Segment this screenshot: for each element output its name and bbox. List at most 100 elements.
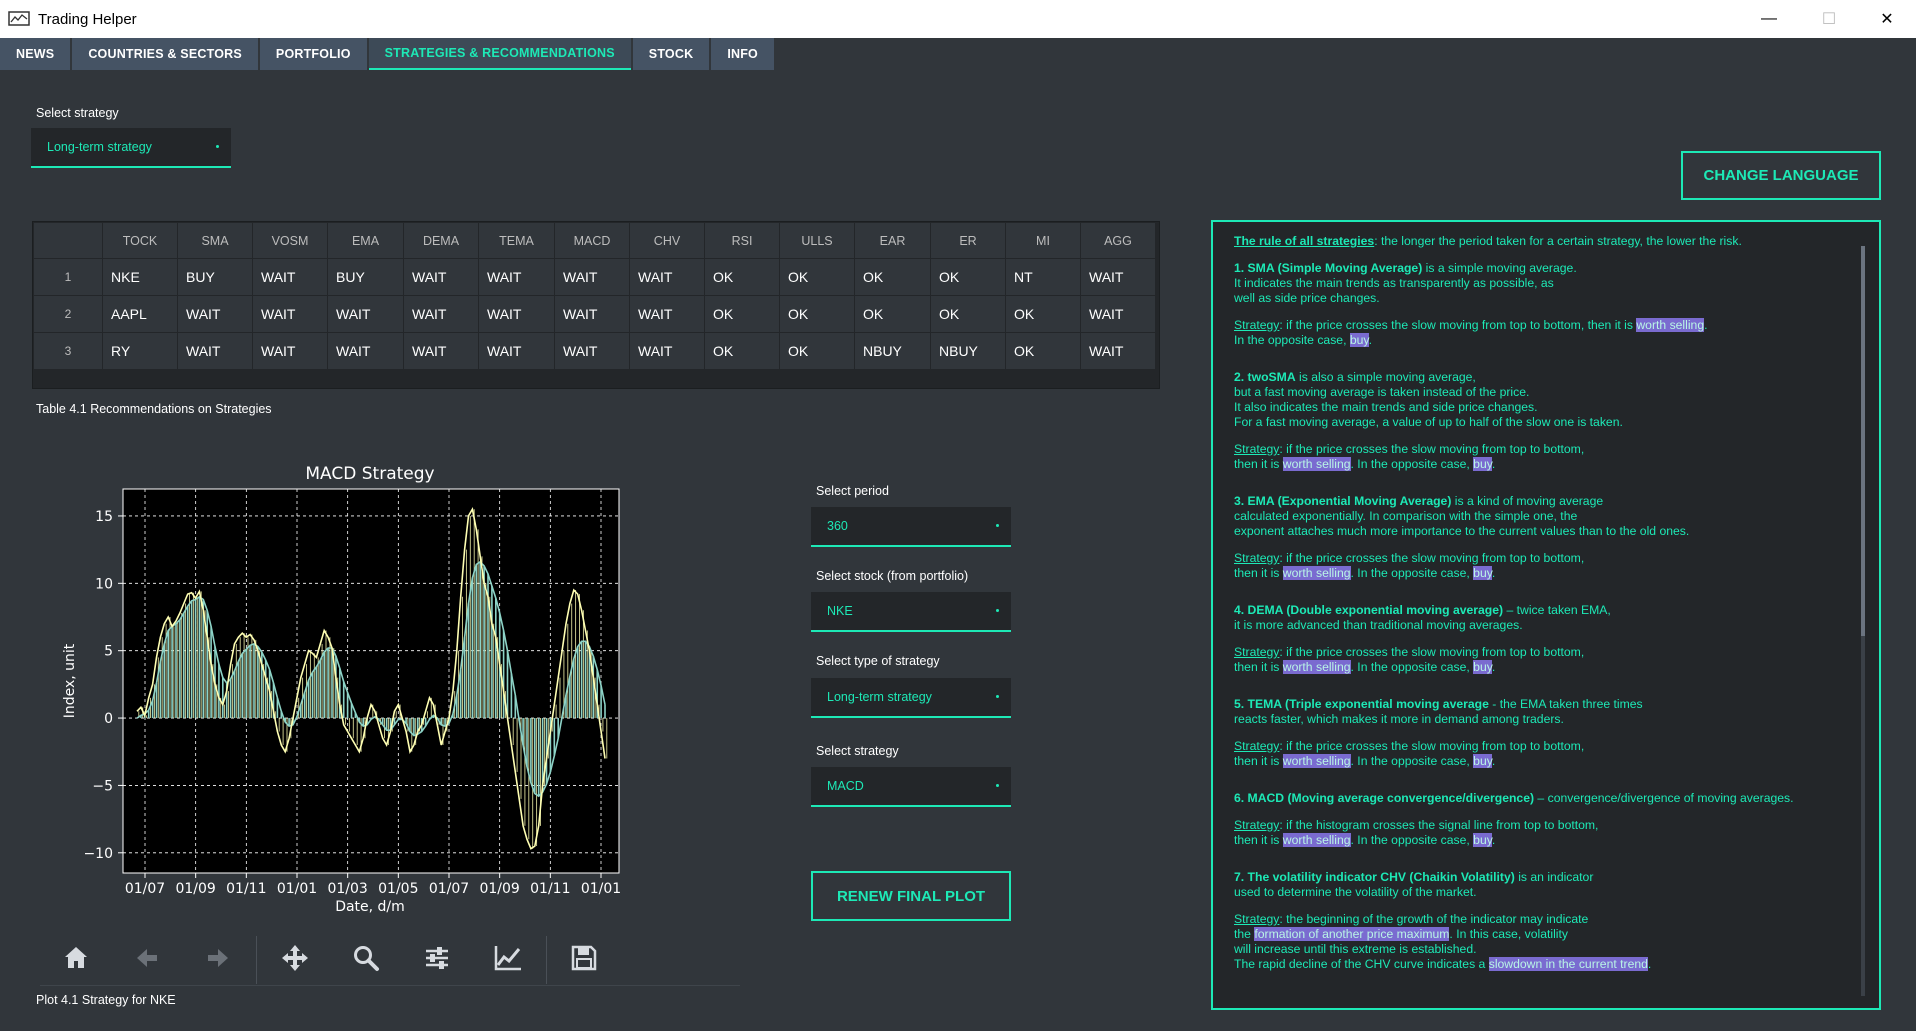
table-cell[interactable]: NT xyxy=(1005,258,1081,296)
column-header[interactable]: TEMA xyxy=(478,222,555,259)
table-cell[interactable]: WAIT xyxy=(403,295,479,333)
rule-text: . In the opposite case, xyxy=(1350,754,1474,768)
strategy-2-select[interactable]: MACD xyxy=(811,767,1011,807)
macd-chart[interactable]: MACD Strategy 15 10 5 0 −5 −10 01/07 01/09 01/1… xyxy=(40,455,640,925)
table-cell[interactable]: OK xyxy=(779,295,855,333)
table-cell[interactable]: WAIT xyxy=(554,295,630,333)
strategy-2-select-value: MACD xyxy=(827,779,864,793)
column-header[interactable]: EAR xyxy=(854,222,931,259)
zoom-button[interactable] xyxy=(340,932,392,984)
column-header[interactable]: ULLS xyxy=(779,222,855,259)
column-header[interactable]: MACD xyxy=(554,222,630,259)
table-row[interactable]: 1 NKE BUY WAIT BUY WAIT WAIT WAIT WAIT O… xyxy=(33,258,1156,296)
table-cell[interactable]: WAIT xyxy=(252,258,328,296)
table-cell[interactable]: WAIT xyxy=(252,295,328,333)
tab-news[interactable]: NEWS xyxy=(0,38,71,70)
column-header[interactable]: SMA xyxy=(177,222,253,259)
table-cell[interactable]: NBUY xyxy=(854,332,931,370)
table-cell[interactable]: NKE xyxy=(102,258,178,296)
forward-button[interactable] xyxy=(192,932,244,984)
table-cell[interactable]: WAIT xyxy=(629,332,705,370)
table-cell[interactable]: WAIT xyxy=(177,332,253,370)
table-cell[interactable]: BUY xyxy=(327,258,404,296)
renew-final-plot-button[interactable]: RENEW FINAL PLOT xyxy=(811,871,1011,921)
close-button[interactable]: ✕ xyxy=(1858,0,1916,38)
column-header[interactable]: VOSM xyxy=(252,222,328,259)
table-cell[interactable]: OK xyxy=(704,332,780,370)
edit-curve-button[interactable] xyxy=(482,932,534,984)
table-cell[interactable]: WAIT xyxy=(629,295,705,333)
x-axis: 01/07 01/09 01/11 01/01 01/03 01/05 01/07 01/09… xyxy=(125,873,621,897)
table-cell[interactable]: BUY xyxy=(177,258,253,296)
rule-text: In the opposite case, xyxy=(1234,333,1350,347)
x-tick-label: 01/07 xyxy=(429,881,469,897)
column-header[interactable]: AGG xyxy=(1080,222,1156,259)
table-cell[interactable]: WAIT xyxy=(1080,295,1156,333)
configure-icon xyxy=(426,947,448,969)
column-header[interactable]: EMA xyxy=(327,222,404,259)
configure-button[interactable] xyxy=(411,932,463,984)
table-cell[interactable]: WAIT xyxy=(403,258,479,296)
rule-text: then it is xyxy=(1234,566,1283,580)
table-caption: Table 4.1 Recommendations on Strategies xyxy=(36,402,272,416)
minimize-button[interactable]: — xyxy=(1740,0,1798,38)
column-header[interactable]: TOCK xyxy=(102,222,178,259)
pan-button[interactable] xyxy=(269,932,321,984)
change-language-button[interactable]: CHANGE LANGUAGE xyxy=(1681,151,1881,200)
table-cell[interactable]: AAPL xyxy=(102,295,178,333)
table-cell[interactable]: OK xyxy=(930,295,1006,333)
stock-select[interactable]: NKE xyxy=(811,592,1011,632)
column-header[interactable]: ER xyxy=(930,222,1006,259)
row-header[interactable]: 1 xyxy=(33,258,103,296)
tab-info[interactable]: INFO xyxy=(711,38,774,70)
table-cell[interactable]: WAIT xyxy=(403,332,479,370)
table-cell[interactable]: WAIT xyxy=(1080,258,1156,296)
period-select[interactable]: 360 xyxy=(811,507,1011,547)
back-button[interactable] xyxy=(121,932,173,984)
table-cell[interactable]: OK xyxy=(854,258,931,296)
column-header[interactable]: DEMA xyxy=(403,222,479,259)
strategy-rules-panel[interactable]: The rule of all strategies: the longer t… xyxy=(1211,220,1881,1010)
home-button[interactable] xyxy=(50,932,102,984)
tab-countries-sectors[interactable]: COUNTRIES & SECTORS xyxy=(72,38,258,70)
table-cell[interactable]: WAIT xyxy=(327,332,404,370)
rule-text: . xyxy=(1491,754,1496,768)
tab-strategies-recommendations[interactable]: STRATEGIES & RECOMMENDATIONS xyxy=(368,38,631,70)
table-cell[interactable]: NBUY xyxy=(930,332,1006,370)
table-cell[interactable]: WAIT xyxy=(252,332,328,370)
strategy-type-select[interactable]: Long-term strategy xyxy=(811,678,1011,718)
highlight-sell: worth selling xyxy=(1282,566,1351,580)
table-cell[interactable]: WAIT xyxy=(478,332,555,370)
table-cell[interactable]: WAIT xyxy=(554,332,630,370)
table-cell[interactable]: OK xyxy=(1005,332,1081,370)
table-cell[interactable]: WAIT xyxy=(478,258,555,296)
table-cell[interactable]: OK xyxy=(854,295,931,333)
column-header[interactable]: MI xyxy=(1005,222,1081,259)
table-cell[interactable]: WAIT xyxy=(177,295,253,333)
select-type-label: Select type of strategy xyxy=(816,654,940,668)
row-header[interactable]: 3 xyxy=(33,332,103,370)
table-cell[interactable]: OK xyxy=(930,258,1006,296)
table-cell[interactable]: OK xyxy=(779,258,855,296)
table-row[interactable]: 3 RY WAIT WAIT WAIT WAIT WAIT WAIT WAIT … xyxy=(33,332,1156,370)
table-cell[interactable]: OK xyxy=(779,332,855,370)
table-cell[interactable]: RY xyxy=(102,332,178,370)
save-button[interactable] xyxy=(558,932,610,984)
strategy-select[interactable]: Long-term strategy xyxy=(31,128,231,168)
table-cell[interactable]: WAIT xyxy=(629,258,705,296)
row-header[interactable]: 2 xyxy=(33,295,103,333)
column-header[interactable]: RSI xyxy=(704,222,780,259)
table-cell[interactable]: OK xyxy=(1005,295,1081,333)
table-cell[interactable]: WAIT xyxy=(327,295,404,333)
tab-stock[interactable]: STOCK xyxy=(632,38,710,70)
scrollbar-thumb[interactable] xyxy=(1861,246,1865,636)
table-cell[interactable]: WAIT xyxy=(554,258,630,296)
table-cell[interactable]: OK xyxy=(704,258,780,296)
table-cell[interactable]: WAIT xyxy=(478,295,555,333)
tab-portfolio[interactable]: PORTFOLIO xyxy=(259,38,367,70)
table-cell[interactable]: WAIT xyxy=(1080,332,1156,370)
table-cell[interactable]: OK xyxy=(704,295,780,333)
column-header[interactable]: CHV xyxy=(629,222,705,259)
maximize-button[interactable]: ☐ xyxy=(1800,0,1858,38)
table-row[interactable]: 2 AAPL WAIT WAIT WAIT WAIT WAIT WAIT WAI… xyxy=(33,295,1156,333)
